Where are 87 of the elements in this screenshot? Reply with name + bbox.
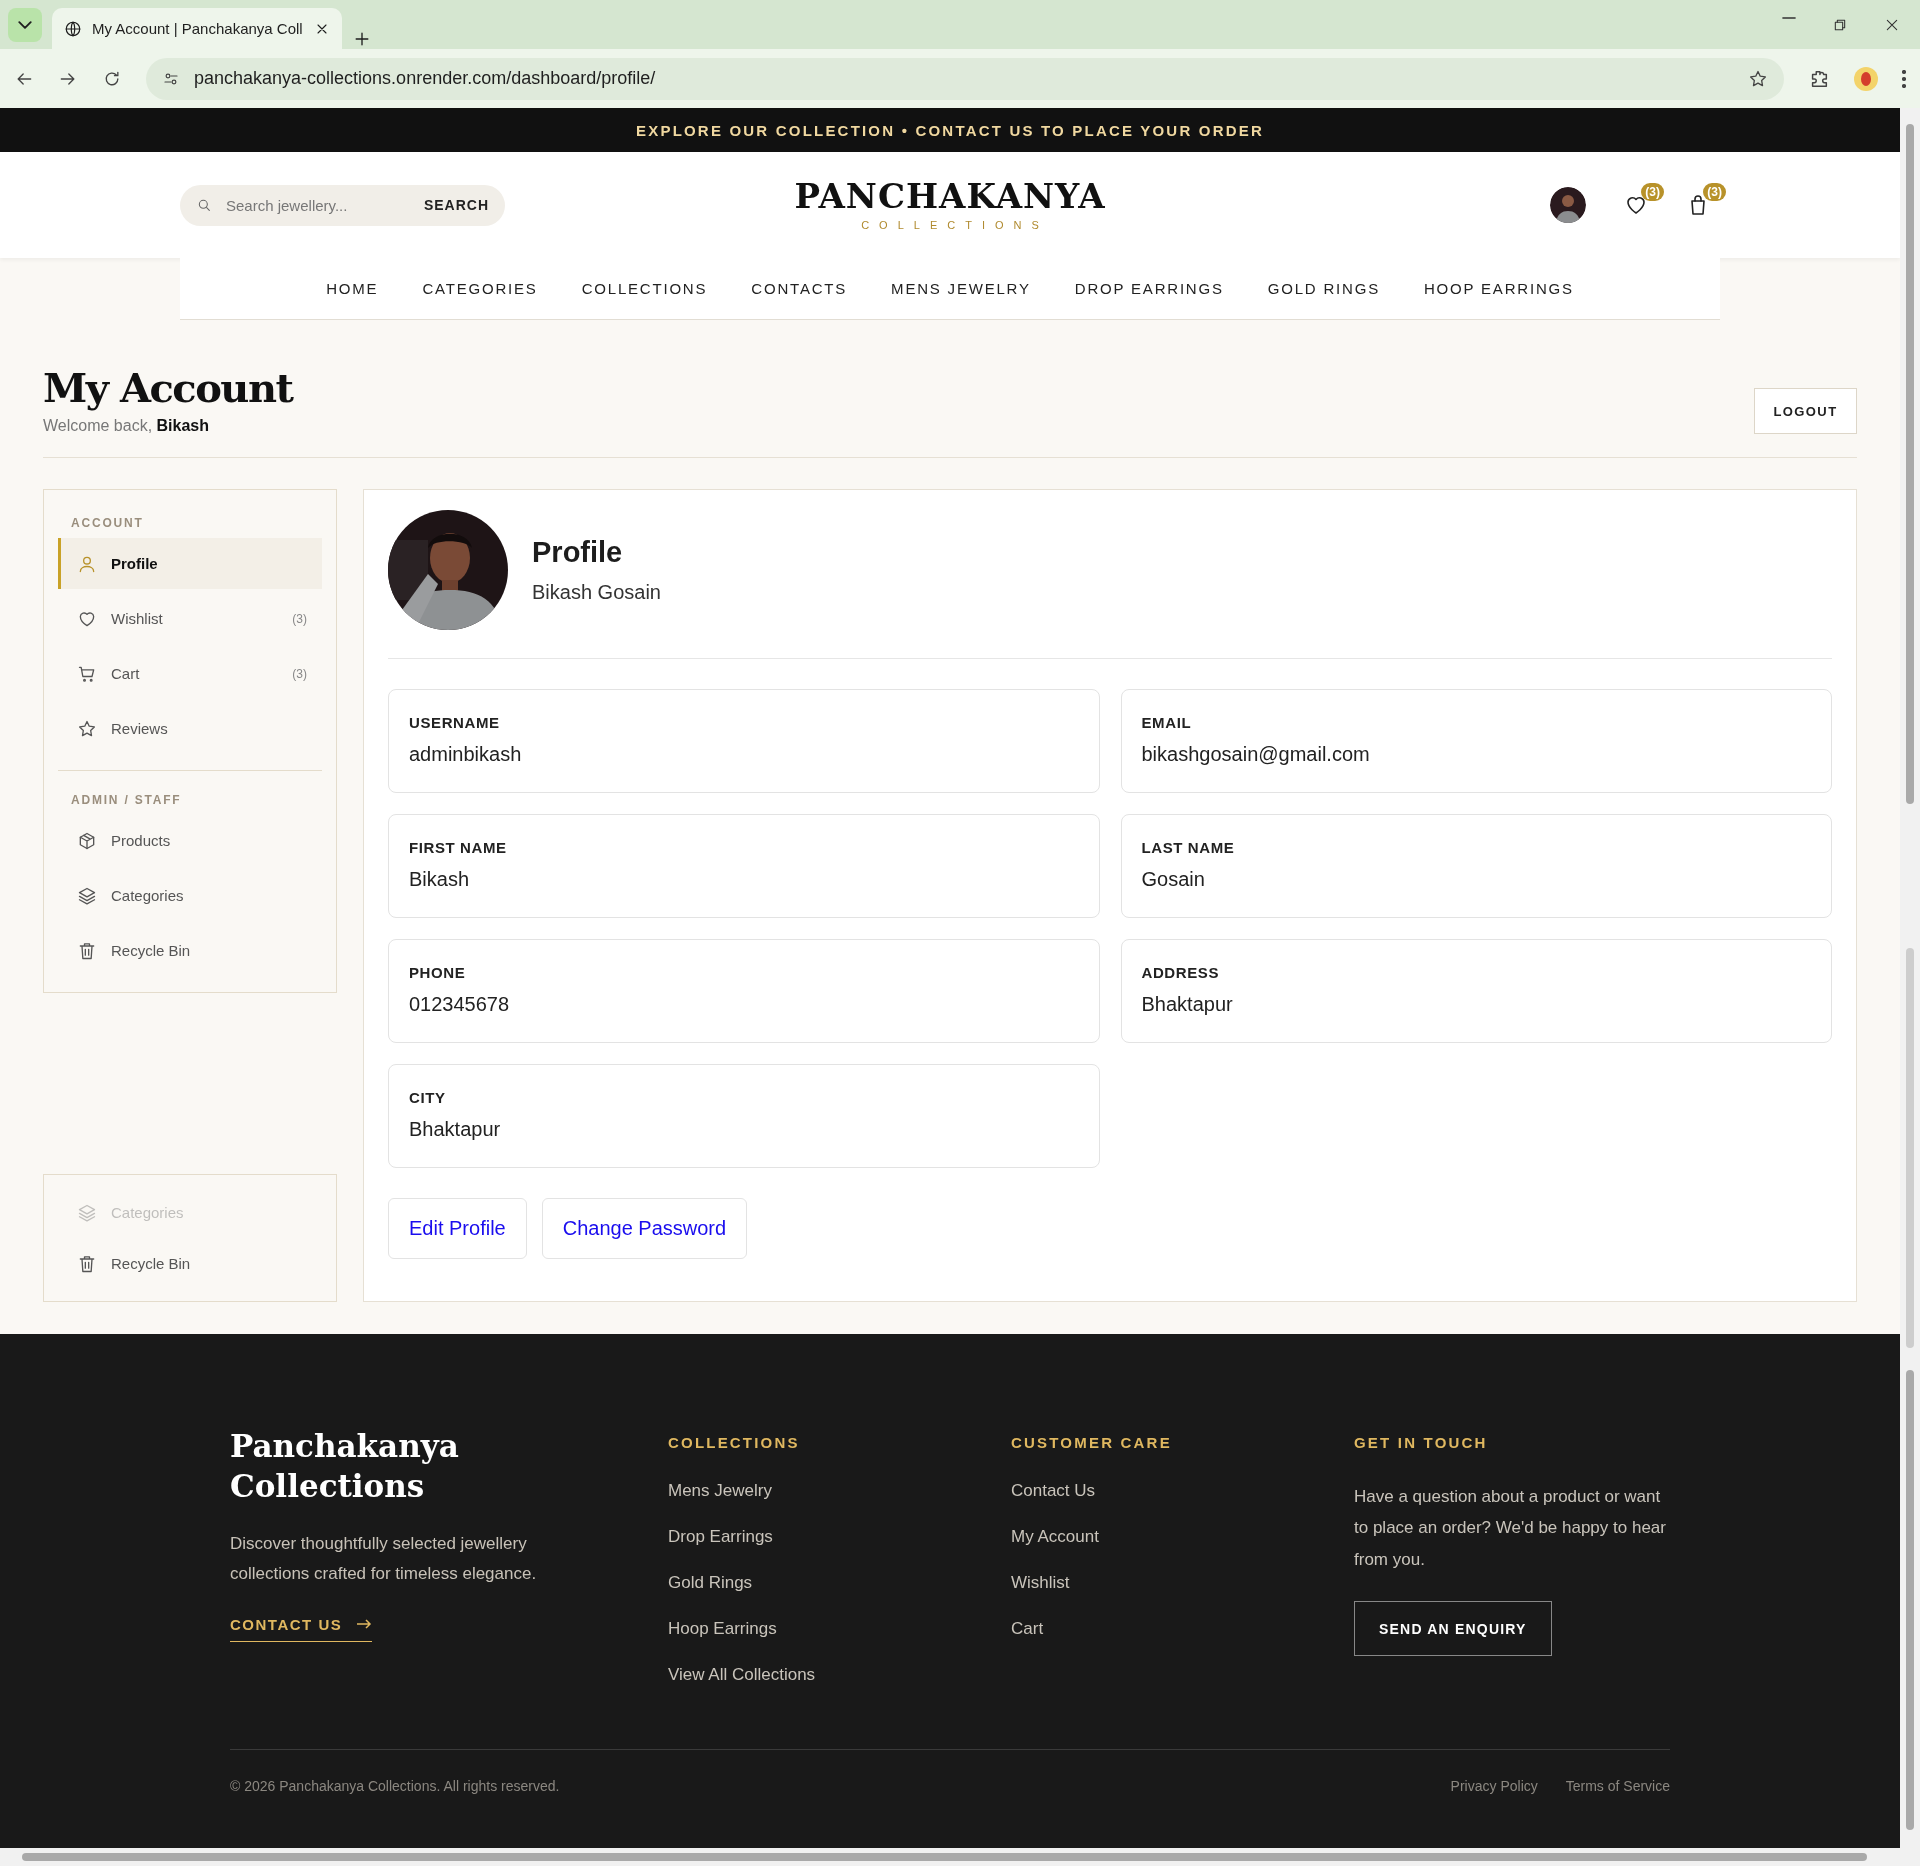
field-label: PHONE (409, 964, 467, 981)
avatar[interactable] (1550, 187, 1586, 223)
field-label: FIRST NAME (409, 839, 508, 856)
logout-button[interactable]: LOGOUT (1754, 388, 1857, 434)
copyright-text: © 2026 Panchakanya Collections. All rights reserved. (230, 1778, 560, 1794)
browser-tab[interactable]: My Account | Panchakanya Coll (52, 8, 342, 49)
item-count: (3) (292, 611, 307, 626)
field-value: Bhaktapur (1141, 993, 1234, 1016)
footer-heading: CUSTOMER CARE (1011, 1434, 1173, 1451)
footer-brand: Panchakanya Collections (230, 1427, 460, 1507)
star-icon (77, 718, 97, 739)
vertical-scrollbar[interactable] (1900, 108, 1920, 1848)
footer-heading: GET IN TOUCH (1354, 1434, 1489, 1451)
nav-link[interactable]: CATEGORIES (422, 280, 538, 297)
footer-link[interactable]: My Account (1011, 1527, 1354, 1547)
nav-link[interactable]: DROP EARRINGS (1074, 280, 1224, 297)
field-value: 012345678 (409, 993, 511, 1016)
chevron-down-icon (18, 20, 32, 29)
trash-icon (77, 940, 97, 961)
field-label: USERNAME (409, 714, 501, 731)
field-value: Bhaktapur (409, 1118, 502, 1141)
item-count: (3) (292, 666, 307, 681)
footer-heading: COLLECTIONS (668, 1434, 801, 1451)
logo-tagline: COLLECTIONS (860, 219, 1049, 231)
search-button[interactable]: SEARCH (423, 197, 489, 213)
wishlist-count: (3) (1641, 183, 1664, 201)
nav-link[interactable]: CONTACTS (751, 280, 848, 297)
nav-link[interactable]: HOME (326, 280, 379, 297)
minimize-icon (1782, 16, 1796, 19)
footer-link[interactable]: Contact Us (1011, 1481, 1354, 1501)
nav-link[interactable]: HOOP EARRINGS (1423, 280, 1574, 297)
sidebar-item[interactable]: Categories (58, 870, 322, 921)
trash-icon (77, 1253, 97, 1274)
nav-link[interactable]: GOLD RINGS (1267, 280, 1380, 297)
sidebar-item[interactable]: Recycle Bin (58, 1238, 322, 1289)
nav-link[interactable]: COLLECTIONS (581, 280, 708, 297)
sidebar-heading: ADMIN / STAFF (70, 792, 183, 809)
footer-description: Discover thoughtfully selected jewellery collections crafted for timeless elegance. (230, 1532, 538, 1586)
field-value: Bikash (409, 868, 471, 891)
footer-link[interactable]: View All Collections (668, 1665, 1011, 1685)
horizontal-scrollbar[interactable] (0, 1848, 1920, 1866)
legal-link[interactable]: Privacy Policy (1450, 1778, 1538, 1794)
sidebar-item[interactable]: Wishlist (3) (58, 593, 322, 644)
logo-name: PANCHAKANYA (794, 179, 1106, 213)
address-bar[interactable]: panchakanya-collections.onrender.com/dashboard/profile/ (146, 57, 1784, 100)
welcome-text: Welcome back, Bikash (43, 417, 210, 435)
field-label: EMAIL (1141, 714, 1193, 731)
layers-icon (77, 885, 97, 906)
full-name: Bikash Gosain (532, 581, 661, 604)
field-label: LAST NAME (1141, 839, 1236, 856)
legal-link[interactable]: Terms of Service (1565, 1778, 1670, 1794)
search-field[interactable]: Search jewellery... SEARCH (180, 184, 505, 226)
sidebar-item[interactable]: Products (58, 815, 322, 866)
star-icon (1748, 68, 1768, 89)
sidebar-item[interactable]: Reviews (58, 703, 322, 754)
sidebar-item[interactable]: Cart (3) (58, 648, 322, 699)
arrow-icon (356, 1618, 373, 1631)
globe-icon (64, 19, 82, 38)
tab-search-button[interactable] (8, 7, 42, 42)
footer-link[interactable]: Hoop Earrings (668, 1619, 1011, 1639)
announcement-bar: EXPLORE OUR COLLECTION • CONTACT US TO PLACE YOUR ORDER (0, 108, 1900, 152)
menu-icon (1902, 69, 1906, 88)
field-value: bikashgosain@gmail.com (1141, 743, 1371, 766)
profile-action-button[interactable]: Edit Profile (388, 1198, 527, 1259)
field-value: adminbikash (409, 743, 523, 766)
footer-text: Have a question about a product or want to place an order? We'd be happy to hear from you. (1354, 1486, 1667, 1571)
footer-link[interactable]: Gold Rings (668, 1573, 1011, 1593)
enquiry-button[interactable]: SEND AN ENQUIRY (1354, 1601, 1552, 1657)
field-value: Gosain (1141, 868, 1206, 891)
box-icon (77, 830, 97, 851)
footer-link[interactable]: Wishlist (1011, 1573, 1354, 1593)
contact-link[interactable]: CONTACT US (230, 1615, 373, 1642)
sidebar-heading: ACCOUNT (70, 515, 145, 532)
footer-link[interactable]: Mens Jewelry (668, 1481, 1011, 1501)
layers-icon (77, 1202, 97, 1223)
sidebar-item[interactable]: Recycle Bin (58, 925, 322, 976)
field-label: ADDRESS (1141, 964, 1221, 981)
field-label: CITY (409, 1089, 447, 1106)
cart-count: (3) (1703, 183, 1726, 201)
profile-action-button[interactable]: Change Password (541, 1198, 748, 1259)
footer-link[interactable]: Cart (1011, 1619, 1354, 1639)
profile-heading: Profile (532, 536, 624, 569)
sidebar-item[interactable]: Profile (58, 538, 322, 589)
page-title: My Account (43, 364, 293, 411)
search-icon (196, 197, 212, 213)
footer-link[interactable]: Drop Earrings (668, 1527, 1011, 1547)
nav-link[interactable]: MENS JEWELRY (891, 280, 1031, 297)
